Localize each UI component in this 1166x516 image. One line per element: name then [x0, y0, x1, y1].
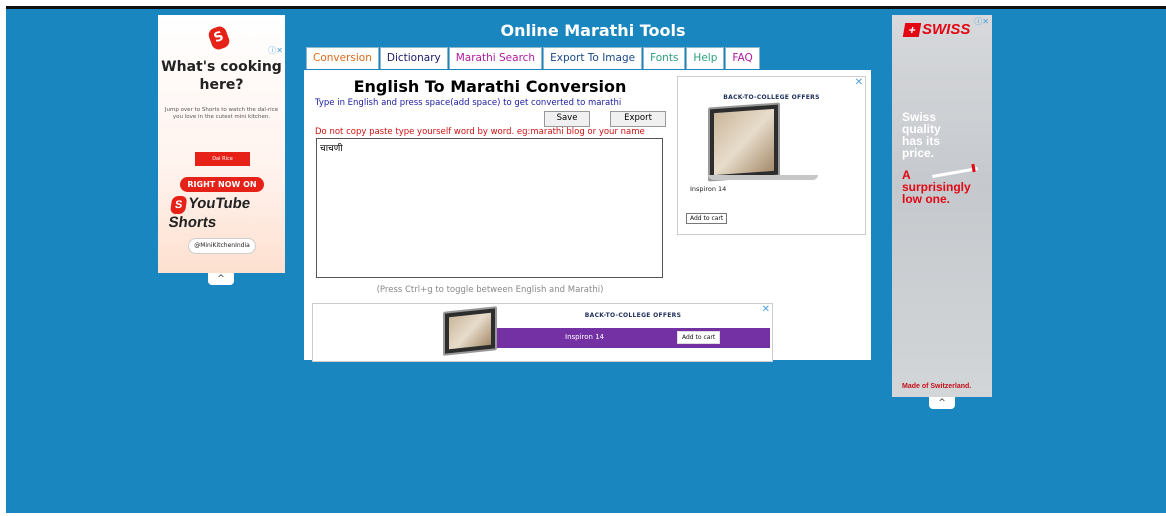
toggle-hint: (Press Ctrl+g to toggle between English … — [376, 285, 604, 295]
left-advertisement[interactable]: S ⓘ✕ What's cooking here? Jump over to S… — [158, 15, 285, 273]
ad-line-4: price. — [902, 146, 935, 160]
tab-export-to-image[interactable]: Export To Image — [543, 47, 643, 69]
airplane-icon — [932, 167, 978, 178]
ad-headline: BACK-TO-COLLEGE OFFERS — [584, 312, 682, 319]
panel-advertisement[interactable]: ✕ BACK-TO-COLLEGE OFFERS Inspiron 14 Add… — [677, 76, 866, 235]
ad-footer: Made of Switzerland. — [902, 383, 972, 390]
ad-product: Inspiron 14 — [690, 185, 727, 193]
laptop-image — [443, 306, 497, 356]
tab-fonts[interactable]: Fonts — [643, 47, 686, 69]
ad-handle[interactable]: @MiniKitchenIndia — [188, 238, 256, 254]
ad-product: Inspiron 14 — [565, 333, 605, 341]
ad-headline: BACK-TO-COLLEGE OFFERS — [723, 94, 820, 101]
ad-cta-pill[interactable]: RIGHT NOW ON — [180, 177, 264, 192]
chevron-up-icon: ^ — [938, 398, 946, 408]
collapse-left-ad-button[interactable]: ^ — [208, 273, 234, 285]
tab-marathi-search[interactable]: Marathi Search — [448, 47, 543, 69]
page-background: S ⓘ✕ What's cooking here? Jump over to S… — [6, 6, 1166, 513]
marathi-text-area[interactable]: चाचणी — [316, 138, 663, 278]
ad-info-icon[interactable]: ⓘ✕ — [268, 45, 283, 56]
site-title: Online Marathi Tools — [500, 21, 686, 40]
add-to-cart-button[interactable]: Add to cart — [677, 331, 721, 344]
tab-bar: Conversion Dictionary Marathi Search Exp… — [306, 47, 760, 69]
right-advertisement[interactable]: ⓘ✕ + SWISS Swiss quality has its price. A… — [892, 15, 992, 397]
tab-help[interactable]: Help — [686, 47, 725, 69]
save-button[interactable]: Save — [544, 111, 590, 127]
swiss-logo-text: SWISS — [922, 21, 971, 38]
add-to-cart-button[interactable]: Add to cart — [686, 213, 728, 224]
close-icon[interactable]: ✕ — [855, 77, 863, 88]
instruction-text: Type in English and press space(add spac… — [315, 98, 622, 108]
ad-body: Jump over to Shorts to watch the dal-ric… — [164, 107, 279, 120]
swiss-cross-icon: + — [902, 23, 922, 37]
ad-info-icon[interactable]: ⓘ✕ — [974, 16, 989, 27]
laptop-base — [708, 175, 818, 180]
ad-headline: What's cooking — [161, 59, 282, 75]
ad-red-box: Dal Rice — [195, 152, 250, 166]
youtube-shorts-logo: S YouTube Shorts — [167, 195, 287, 231]
main-panel: English To Marathi Conversion Type in En… — [304, 70, 871, 362]
swiss-logo: + SWISS — [902, 21, 971, 38]
collapse-right-ad-button[interactable]: ^ — [929, 397, 955, 409]
warning-text: Do not copy paste type yourself word by … — [315, 127, 645, 137]
shorts-icon: S — [169, 196, 188, 214]
page-title: English To Marathi Conversion — [353, 77, 627, 96]
youtube-shorts-icon: S — [206, 24, 232, 52]
banner-advertisement[interactable]: ✕ BACK-TO-COLLEGE OFFERS Inspiron 14 Add… — [312, 303, 773, 362]
chevron-up-icon: ^ — [217, 274, 225, 284]
ad-headline-2: here? — [199, 77, 244, 93]
airplane-tail — [971, 163, 976, 173]
laptop-image — [708, 102, 780, 182]
tab-conversion[interactable]: Conversion — [306, 47, 379, 69]
tab-dictionary[interactable]: Dictionary — [379, 47, 448, 69]
tab-faq[interactable]: FAQ — [725, 47, 760, 69]
export-button[interactable]: Export — [610, 111, 666, 127]
purple-banner-strip: Inspiron 14 Add to cart — [495, 328, 770, 348]
ad-line-7: low one. — [902, 192, 950, 206]
